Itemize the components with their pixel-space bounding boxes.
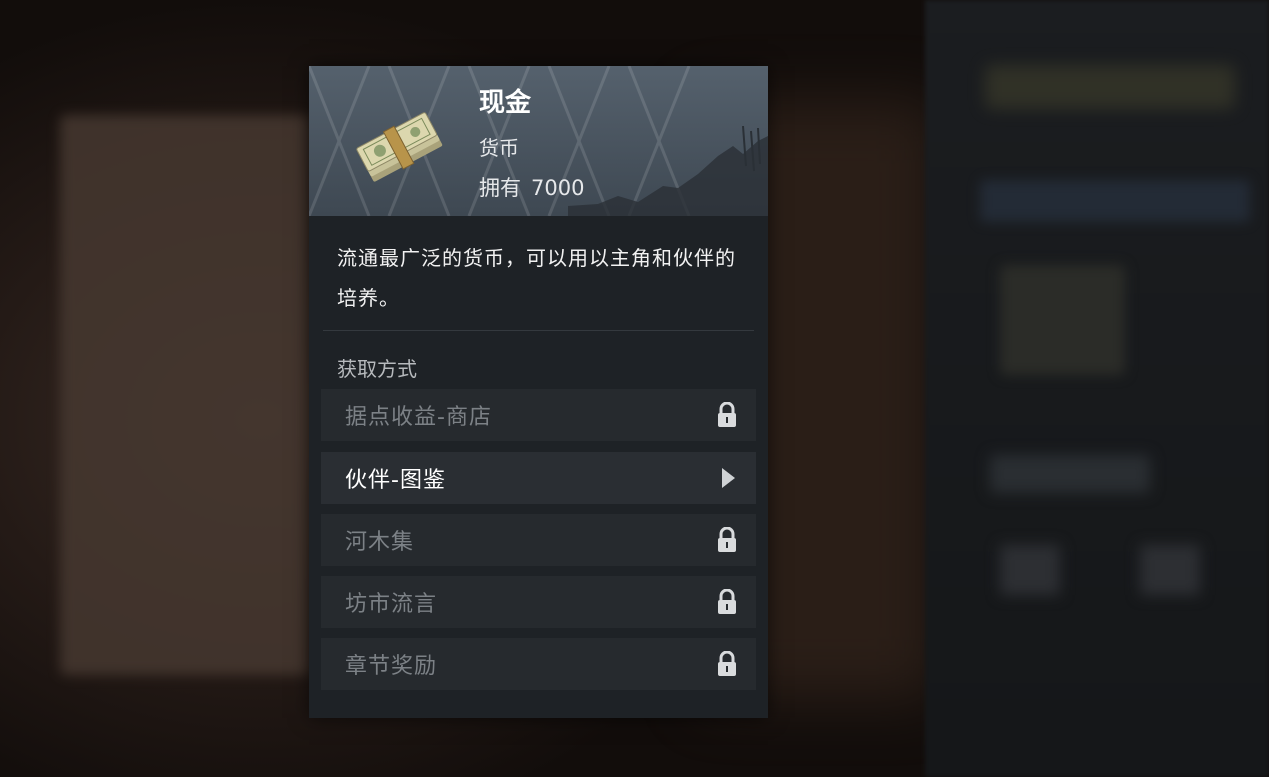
divider bbox=[323, 330, 754, 331]
item-header: 现金 货币 拥有 7000 bbox=[309, 66, 768, 216]
owned-count: 7000 bbox=[531, 176, 585, 200]
source-item-label: 据点收益-商店 bbox=[345, 405, 492, 430]
background-panel-bar bbox=[980, 180, 1250, 222]
lock-icon bbox=[718, 527, 736, 552]
chevron-right-icon bbox=[722, 468, 735, 488]
lock-icon bbox=[718, 589, 736, 614]
item-detail-popup: 现金 货币 拥有 7000 流通最广泛的货币，可以用以主角和伙伴的培养。 获取方式… bbox=[309, 66, 768, 718]
background-button bbox=[1000, 545, 1060, 595]
source-item-label: 坊市流言 bbox=[345, 592, 438, 617]
background-panel-title bbox=[985, 65, 1235, 109]
lock-icon bbox=[718, 651, 736, 676]
background-item-slot bbox=[1000, 265, 1125, 375]
background-button bbox=[1140, 545, 1200, 595]
owned-label: 拥有 bbox=[479, 176, 521, 200]
source-item-label: 伙伴-图鉴 bbox=[345, 468, 446, 493]
acquisition-heading: 获取方式 bbox=[337, 357, 417, 381]
item-type: 货币 bbox=[479, 136, 519, 160]
lock-icon bbox=[718, 402, 736, 427]
source-item-label: 河木集 bbox=[345, 530, 415, 555]
background-paper bbox=[60, 115, 310, 675]
item-name: 现金 bbox=[479, 88, 532, 118]
header-silhouette bbox=[568, 126, 768, 216]
source-item-chapter-reward[interactable]: 章节奖励 bbox=[321, 638, 756, 690]
source-item-label: 章节奖励 bbox=[345, 654, 438, 679]
owned-count-row: 拥有 7000 bbox=[479, 172, 584, 202]
item-description: 流通最广泛的货币，可以用以主角和伙伴的培养。 bbox=[337, 246, 736, 310]
cash-stack-icon bbox=[349, 94, 449, 194]
source-item-partner-gallery[interactable]: 伙伴-图鉴 bbox=[321, 452, 756, 504]
background-right-panel bbox=[925, 0, 1269, 777]
source-item-market-rumors[interactable]: 坊市流言 bbox=[321, 576, 756, 628]
background-panel-bar bbox=[990, 455, 1150, 493]
source-item-shop[interactable]: 据点收益-商店 bbox=[321, 389, 756, 441]
source-item-hemuji[interactable]: 河木集 bbox=[321, 514, 756, 566]
